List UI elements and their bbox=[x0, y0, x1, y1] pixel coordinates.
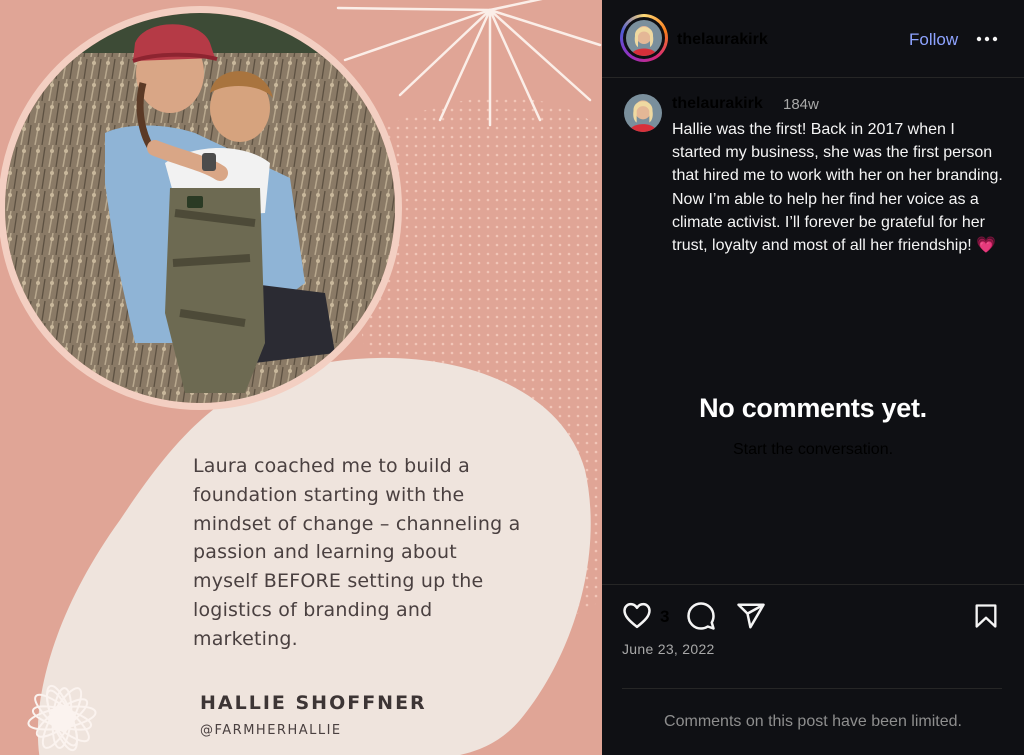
post-header bbox=[602, 0, 1024, 78]
post-image[interactable]: Laura coached me to build a foundation s… bbox=[0, 0, 602, 755]
author-avatar[interactable] bbox=[620, 14, 668, 62]
heart-emoji: 💗 bbox=[976, 237, 997, 255]
no-comments-title: No comments yet. bbox=[699, 393, 927, 423]
quote-author-name: HALLIE SHOFFNER bbox=[200, 692, 427, 714]
caption-timestamp[interactable]: 184w bbox=[783, 96, 819, 113]
caption-text: Hallie was the first! Back in 2017 when … bbox=[672, 118, 1007, 257]
quote-author-handle: @FARMHERHALLIE bbox=[200, 723, 342, 738]
comment-icon[interactable] bbox=[686, 601, 716, 636]
heart-icon[interactable] bbox=[622, 601, 652, 634]
quote-text: Laura coached me to build a foundation s… bbox=[193, 455, 521, 650]
header-username[interactable]: thelaurakirk bbox=[677, 31, 768, 49]
caption-avatar[interactable] bbox=[624, 94, 662, 132]
caption-body: Hallie was the first! Back in 2017 when … bbox=[672, 121, 1003, 255]
share-icon[interactable] bbox=[736, 601, 766, 636]
like-count[interactable]: 3 bbox=[660, 607, 669, 627]
more-options-icon[interactable] bbox=[975, 30, 999, 48]
follow-button[interactable]: Follow bbox=[909, 30, 958, 50]
post-date[interactable]: June 23, 2022 bbox=[622, 641, 715, 657]
post-photo bbox=[0, 6, 402, 410]
divider bbox=[602, 584, 1024, 585]
caption-username[interactable]: thelaurakirk bbox=[672, 95, 763, 113]
no-comments-subtitle: Start the conversation. bbox=[732, 441, 894, 458]
bookmark-icon[interactable] bbox=[972, 601, 1000, 636]
divider bbox=[622, 688, 1002, 689]
comments-limited-notice: Comments on this post have been limited. bbox=[664, 713, 962, 730]
instagram-post-view: Laura coached me to build a foundation s… bbox=[0, 0, 1024, 755]
